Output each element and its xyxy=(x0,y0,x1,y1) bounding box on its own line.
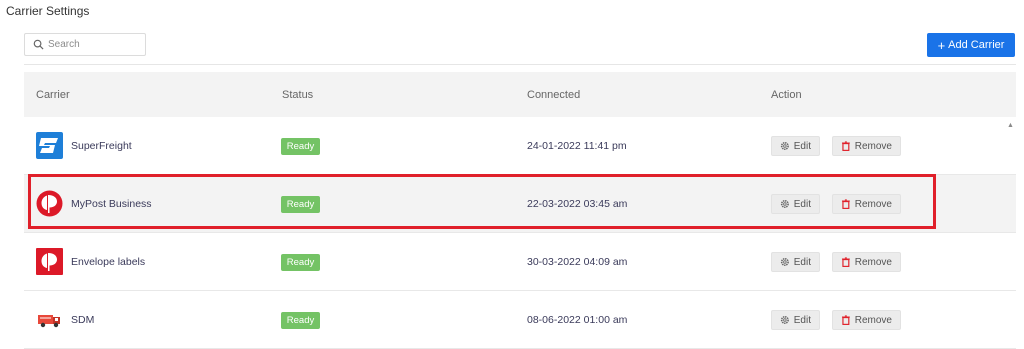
gear-icon xyxy=(780,257,789,267)
table-row: Envelope labels Ready 30-03-2022 04:09 a… xyxy=(24,233,1016,291)
connected-date: 08-06-2022 01:00 am xyxy=(527,314,628,326)
trash-icon xyxy=(841,257,850,267)
column-header-action: Action xyxy=(771,89,802,101)
carrier-cell: SuperFreight xyxy=(36,132,132,159)
column-header-status: Status xyxy=(282,89,314,101)
trash-icon xyxy=(841,315,850,325)
add-carrier-button[interactable]: + Add Carrier xyxy=(927,33,1015,57)
remove-label: Remove xyxy=(854,140,892,152)
table-header: Carrier Status Connected Action xyxy=(24,72,1016,117)
column-header-connected: Connected xyxy=(527,89,581,101)
search-input[interactable] xyxy=(48,39,143,50)
remove-label: Remove xyxy=(854,256,892,268)
edit-button[interactable]: Edit xyxy=(771,136,820,156)
truck-logo-icon xyxy=(36,306,63,333)
status-badge: Ready xyxy=(281,196,320,213)
plus-icon: + xyxy=(937,37,946,53)
column-header-carrier: Carrier xyxy=(36,89,70,101)
edit-label: Edit xyxy=(793,140,811,152)
scroll-up-arrow-icon[interactable]: ▲ xyxy=(1007,122,1014,129)
status-badge: Ready xyxy=(281,138,320,155)
edit-label: Edit xyxy=(793,256,811,268)
remove-button[interactable]: Remove xyxy=(832,194,901,214)
table-row: SDM Ready 08-06-2022 01:00 am Edit Remov… xyxy=(24,291,1016,349)
connected-date: 30-03-2022 04:09 am xyxy=(527,256,628,268)
vertical-scrollbar[interactable]: ▲ xyxy=(1004,120,1018,336)
carrier-name: Envelope labels xyxy=(71,255,146,268)
edit-button[interactable]: Edit xyxy=(771,252,820,272)
connected-date: 24-01-2022 11:41 pm xyxy=(527,140,627,152)
connected-date: 22-03-2022 03:45 am xyxy=(527,198,628,210)
carrier-name: MyPost Business xyxy=(71,197,152,210)
gear-icon xyxy=(780,199,789,209)
superfreight-logo-icon xyxy=(36,132,63,159)
add-carrier-label: Add Carrier xyxy=(948,39,1005,51)
table-row: MyPost Business Ready 22-03-2022 03:45 a… xyxy=(24,175,1016,233)
remove-button[interactable]: Remove xyxy=(832,252,901,272)
trash-icon xyxy=(841,199,850,209)
carrier-name: SDM xyxy=(71,313,95,326)
edit-label: Edit xyxy=(793,198,811,210)
remove-label: Remove xyxy=(854,198,892,210)
remove-button[interactable]: Remove xyxy=(832,310,901,330)
table-row: SuperFreight Ready 24-01-2022 11:41 pm E… xyxy=(24,117,1016,175)
status-badge: Ready xyxy=(281,312,320,329)
carrier-table: Carrier Status Connected Action SuperFre… xyxy=(24,72,1016,349)
carrier-cell: SDM xyxy=(36,306,94,333)
auspost-square-logo-icon xyxy=(36,248,63,275)
divider xyxy=(24,64,1016,65)
edit-label: Edit xyxy=(793,314,811,326)
auspost-logo-icon xyxy=(36,190,63,217)
trash-icon xyxy=(841,141,850,151)
carrier-cell: Envelope labels xyxy=(36,248,145,275)
status-badge: Ready xyxy=(281,254,320,271)
remove-label: Remove xyxy=(854,314,892,326)
gear-icon xyxy=(780,141,789,151)
remove-button[interactable]: Remove xyxy=(832,136,901,156)
carrier-cell: MyPost Business xyxy=(36,190,152,217)
search-icon xyxy=(33,39,44,50)
carrier-name: SuperFreight xyxy=(71,139,132,152)
edit-button[interactable]: Edit xyxy=(771,194,820,214)
edit-button[interactable]: Edit xyxy=(771,310,820,330)
search-box[interactable] xyxy=(24,33,146,56)
gear-icon xyxy=(780,315,789,325)
page-title: Carrier Settings xyxy=(6,4,90,18)
